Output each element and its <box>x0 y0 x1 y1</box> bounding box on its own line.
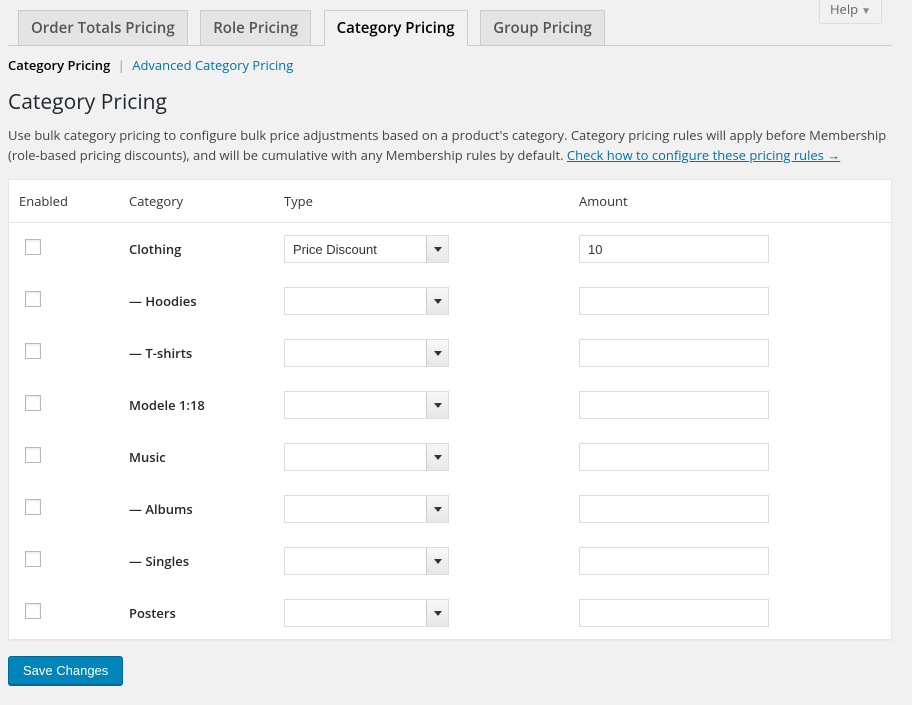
separator: | <box>114 56 129 74</box>
category-pricing-table: Enabled Category Type Amount Clothing— H… <box>8 179 892 640</box>
dropdown-arrow-icon[interactable] <box>426 392 448 418</box>
tab-category-pricing[interactable]: Category Pricing <box>324 10 468 46</box>
enabled-checkbox[interactable] <box>25 499 41 515</box>
table-row: Music <box>9 431 891 483</box>
dropdown-arrow-icon[interactable] <box>426 496 448 522</box>
dropdown-arrow-icon[interactable] <box>426 444 448 470</box>
th-amount: Amount <box>569 180 891 223</box>
th-type: Type <box>274 180 569 223</box>
enabled-checkbox[interactable] <box>25 551 41 567</box>
tab-group-pricing[interactable]: Group Pricing <box>480 10 605 45</box>
amount-input[interactable] <box>579 599 769 627</box>
save-button[interactable]: Save Changes <box>8 656 123 685</box>
amount-input[interactable] <box>579 391 769 419</box>
help-link[interactable]: Check how to configure these pricing rul… <box>567 146 840 164</box>
sub-tabs: Category Pricing | Advanced Category Pri… <box>8 56 892 74</box>
amount-input[interactable] <box>579 443 769 471</box>
type-select[interactable] <box>284 287 449 315</box>
enabled-checkbox[interactable] <box>25 603 41 619</box>
section-description: Use bulk category pricing to configure b… <box>8 126 888 165</box>
type-select[interactable] <box>284 339 449 367</box>
subtab-category-pricing[interactable]: Category Pricing <box>8 56 110 74</box>
dropdown-arrow-icon[interactable] <box>426 548 448 574</box>
type-select-value[interactable] <box>284 339 449 367</box>
amount-input[interactable] <box>579 495 769 523</box>
amount-input[interactable] <box>579 287 769 315</box>
table-row: Clothing <box>9 223 891 275</box>
dropdown-arrow-icon[interactable] <box>426 288 448 314</box>
category-label: — Hoodies <box>119 275 274 327</box>
nav-tab-wrapper: Order Totals Pricing Role Pricing Catego… <box>8 0 892 46</box>
category-label: Posters <box>119 587 274 639</box>
table-row: — T-shirts <box>9 327 891 379</box>
table-row: — Albums <box>9 483 891 535</box>
type-select[interactable] <box>284 391 449 419</box>
type-select-value[interactable] <box>284 547 449 575</box>
category-label: Clothing <box>119 223 274 275</box>
category-label: Modele 1:18 <box>119 379 274 431</box>
type-select[interactable] <box>284 235 449 263</box>
enabled-checkbox[interactable] <box>25 291 41 307</box>
help-tab[interactable]: Help▼ <box>819 0 882 24</box>
enabled-checkbox[interactable] <box>25 447 41 463</box>
help-label: Help <box>830 0 858 18</box>
type-select-value[interactable] <box>284 235 449 263</box>
enabled-checkbox[interactable] <box>25 239 41 255</box>
amount-input[interactable] <box>579 235 769 263</box>
category-label: — Albums <box>119 483 274 535</box>
amount-input[interactable] <box>579 339 769 367</box>
th-category: Category <box>119 180 274 223</box>
table-row: Posters <box>9 587 891 639</box>
category-label: Music <box>119 431 274 483</box>
type-select-value[interactable] <box>284 495 449 523</box>
tab-order-totals-pricing[interactable]: Order Totals Pricing <box>18 10 188 45</box>
type-select-value[interactable] <box>284 443 449 471</box>
tab-role-pricing[interactable]: Role Pricing <box>200 10 311 45</box>
dropdown-arrow-icon[interactable] <box>426 236 448 262</box>
dropdown-arrow-icon[interactable] <box>426 600 448 626</box>
category-label: — T-shirts <box>119 327 274 379</box>
chevron-down-icon: ▼ <box>861 3 871 17</box>
category-label: — Singles <box>119 535 274 587</box>
section-title: Category Pricing <box>8 88 892 116</box>
enabled-checkbox[interactable] <box>25 343 41 359</box>
type-select[interactable] <box>284 495 449 523</box>
type-select-value[interactable] <box>284 599 449 627</box>
type-select[interactable] <box>284 599 449 627</box>
amount-input[interactable] <box>579 547 769 575</box>
type-select-value[interactable] <box>284 391 449 419</box>
th-enabled: Enabled <box>9 180 119 223</box>
type-select-value[interactable] <box>284 287 449 315</box>
type-select[interactable] <box>284 547 449 575</box>
table-row: — Hoodies <box>9 275 891 327</box>
enabled-checkbox[interactable] <box>25 395 41 411</box>
dropdown-arrow-icon[interactable] <box>426 340 448 366</box>
table-row: Modele 1:18 <box>9 379 891 431</box>
type-select[interactable] <box>284 443 449 471</box>
table-row: — Singles <box>9 535 891 587</box>
subtab-advanced-category-pricing[interactable]: Advanced Category Pricing <box>132 56 293 74</box>
